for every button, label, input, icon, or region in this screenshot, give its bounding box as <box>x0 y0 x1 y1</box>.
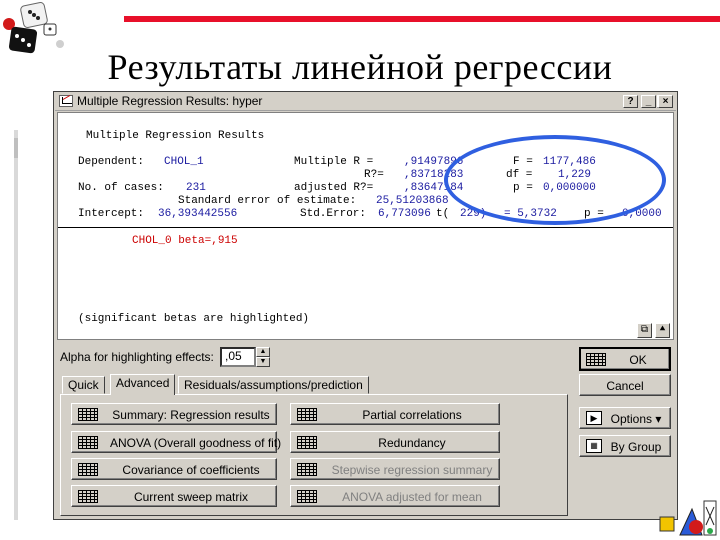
cancel-label: Cancel <box>606 379 644 393</box>
covariance-button[interactable]: Covariance of coefficients <box>71 458 277 480</box>
spin-up-icon[interactable]: ▲ <box>256 347 270 357</box>
window-title: Multiple Regression Results: hyper <box>77 94 263 108</box>
output-separator <box>58 227 673 228</box>
by-group-button[interactable]: ▦ By Group <box>579 435 671 457</box>
partial-correlations-button[interactable]: Partial correlations <box>290 403 500 425</box>
grid-icon <box>78 408 98 421</box>
dependent-label: Dependent: <box>78 156 145 168</box>
results-header: Multiple Regression Results <box>86 130 265 142</box>
by-group-icon: ▦ <box>586 439 602 453</box>
grid-icon <box>297 408 317 421</box>
grid-icon <box>78 436 98 449</box>
summary-button[interactable]: Summary: Regression results <box>71 403 277 425</box>
alpha-label: Alpha for highlighting effects: <box>60 350 214 364</box>
grid-icon <box>78 463 98 476</box>
copy-icon[interactable]: ⧉ <box>637 323 652 338</box>
options-label: Options ▾ <box>610 412 662 426</box>
redundancy-label: Redundancy <box>378 436 446 450</box>
results-output[interactable]: Multiple Regression Results Dependent: C… <box>57 112 674 340</box>
sweep-matrix-button[interactable]: Current sweep matrix <box>71 485 277 507</box>
t-label: t( <box>436 208 450 220</box>
anova-adjusted-button[interactable]: ANOVA adjusted for mean <box>290 485 500 507</box>
help-button[interactable]: ? <box>623 95 638 108</box>
grid-icon <box>297 463 317 476</box>
ok-button[interactable]: OK <box>579 347 671 371</box>
dependent-value: CHOL_1 <box>164 156 204 168</box>
slide-title: Результаты линейной регрессии <box>107 47 613 87</box>
r2-label: R?= <box>364 169 384 181</box>
options-button[interactable]: ▶ Options ▾ <box>579 407 671 429</box>
cases-label: No. of cases: <box>78 182 164 194</box>
accent-line <box>124 16 720 22</box>
stepwise-summary-label: Stepwise regression summary <box>331 463 493 477</box>
side-bar <box>14 130 18 520</box>
cancel-button[interactable]: Cancel <box>579 374 671 396</box>
results-window: Multiple Regression Results: hyper ? _ □… <box>53 91 678 520</box>
adj-r2-label: adjusted R?= <box>294 182 374 194</box>
grid-icon <box>297 490 317 503</box>
alpha-spinner[interactable]: ▲ ▼ <box>256 347 270 367</box>
sweep-matrix-button-label: Current sweep matrix <box>133 490 249 504</box>
side-bar-accent <box>14 138 18 158</box>
geometry-shapes-icon <box>659 500 717 536</box>
tab-advanced[interactable]: Advanced <box>110 374 176 395</box>
intercept-label: Intercept: <box>78 208 145 220</box>
window-titlebar[interactable]: Multiple Regression Results: hyper ? _ □… <box>55 93 676 111</box>
by-group-label: By Group <box>610 440 662 454</box>
grid-icon <box>586 353 606 366</box>
grid-icon <box>78 490 98 503</box>
anova-button[interactable]: ANOVA (Overall goodness of fit) <box>71 431 282 453</box>
highlight-circle <box>444 135 666 225</box>
partial-correlations-label: Partial correlations <box>362 408 462 422</box>
grid-icon <box>297 436 317 449</box>
tab-residuals[interactable]: Residuals/assumptions/prediction <box>178 376 369 394</box>
options-icon: ▶ <box>586 411 602 425</box>
chart-app-icon <box>59 95 73 107</box>
intercept-value: 36,393442556 <box>158 208 238 220</box>
ok-label: OK <box>629 353 647 367</box>
stepwise-summary-button[interactable]: Stepwise regression summary <box>290 458 500 480</box>
covariance-button-label: Covariance of coefficients <box>122 463 260 477</box>
tab-quick[interactable]: Quick <box>62 376 105 394</box>
scroll-up-icon[interactable]: ⯅ <box>655 323 670 338</box>
multiple-r-label: Multiple R = <box>294 156 374 168</box>
cases-value: 231 <box>186 182 206 194</box>
summary-button-label: Summary: Regression results <box>112 408 270 422</box>
redundancy-button[interactable]: Redundancy <box>290 431 500 453</box>
std-err-est-label: Standard error of estimate: <box>178 195 357 207</box>
spin-down-icon[interactable]: ▼ <box>256 357 270 367</box>
anova-button-label: ANOVA (Overall goodness of fit) <box>110 436 282 450</box>
anova-adjusted-label: ANOVA adjusted for mean <box>342 490 482 504</box>
minimize-button[interactable]: _ <box>641 95 656 108</box>
std-err-est-value: 25,51203868 <box>376 195 449 207</box>
std-error-value: 6,773096 <box>378 208 431 220</box>
close-button[interactable]: × <box>658 95 673 108</box>
alpha-input[interactable]: ,05 <box>220 347 256 367</box>
std-error-label: Std.Error: <box>300 208 367 220</box>
footnote: (significant betas are highlighted) <box>78 313 310 325</box>
beta-line: CHOL_0 beta=,915 <box>132 235 238 247</box>
